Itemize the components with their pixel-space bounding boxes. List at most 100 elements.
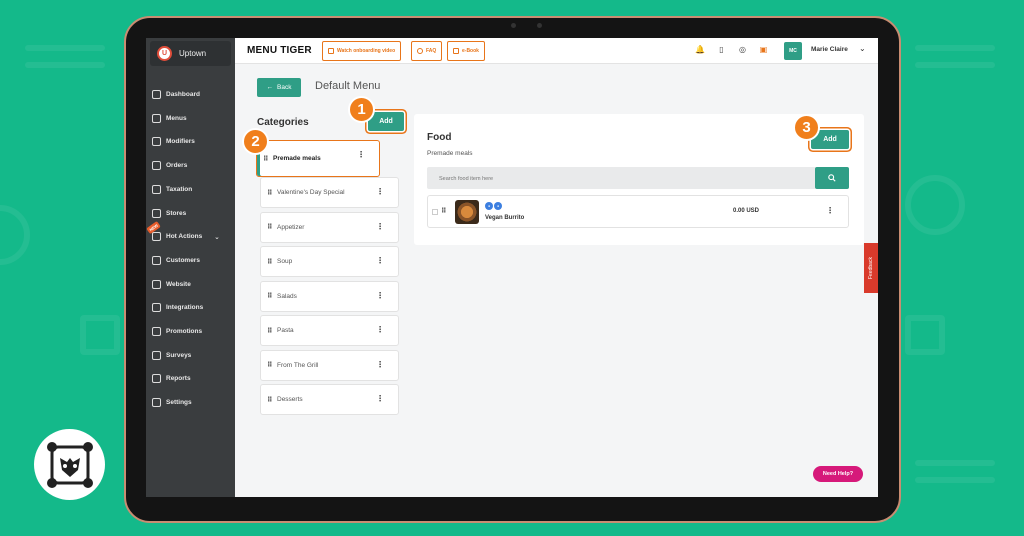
bell-icon[interactable]: 🔔 bbox=[695, 45, 705, 55]
faq-button[interactable]: FAQ bbox=[411, 41, 443, 61]
search-button[interactable] bbox=[815, 167, 849, 189]
kebab-menu-icon[interactable]: ⋮ bbox=[376, 256, 384, 265]
book-icon bbox=[453, 48, 459, 54]
arrow-left-icon: ← bbox=[266, 84, 274, 91]
drag-handle-icon[interactable]: ⠿ bbox=[267, 258, 275, 266]
bg-decoration bbox=[80, 315, 120, 355]
sidebar-item-menus[interactable]: Menus bbox=[152, 113, 187, 123]
category-label: Salads bbox=[277, 292, 297, 300]
modifiers-icon bbox=[152, 137, 161, 147]
avatar[interactable]: MC bbox=[784, 42, 802, 60]
bg-decoration bbox=[0, 205, 30, 265]
diet-badge-icon: ● bbox=[494, 202, 502, 210]
camera-dot bbox=[537, 23, 542, 28]
sidebar-item-hot-actions[interactable]: Hot Actions ⌄ bbox=[152, 232, 220, 242]
category-item[interactable]: ⠿ Valentine's Day Special ⋮ bbox=[260, 177, 399, 208]
sidebar-item-label: Promotions bbox=[166, 328, 203, 335]
sidebar-item-dashboard[interactable]: Dashboard bbox=[152, 90, 200, 99]
sidebar-item-label: Settings bbox=[166, 399, 192, 407]
sidebar-item-label: Website bbox=[166, 280, 191, 288]
sidebar: U Uptown NEW Dashboard Menus Modifiers Orde… bbox=[146, 38, 235, 497]
category-item[interactable]: ⠿ Desserts ⋮ bbox=[260, 384, 399, 415]
user-name[interactable]: Marie Claire bbox=[811, 46, 848, 53]
menu-book-icon bbox=[152, 113, 161, 123]
drag-handle-icon[interactable]: ⠿ bbox=[267, 292, 275, 300]
bg-decoration bbox=[915, 477, 995, 483]
drag-handle-icon[interactable]: ⠿ bbox=[267, 361, 275, 369]
sidebar-item-integrations[interactable]: Integrations bbox=[152, 303, 204, 313]
sidebar-item-label: Dashboard bbox=[166, 91, 200, 98]
menu-tiger-logo: MENU TIGER bbox=[247, 45, 312, 56]
bg-decoration bbox=[905, 315, 945, 355]
food-item-row[interactable]: ⠿ ● ● Vegan Burrito 0.00 USD ⋮ bbox=[427, 195, 849, 228]
feedback-tab[interactable]: Feedback bbox=[864, 243, 878, 293]
category-label: Premade meals bbox=[273, 155, 321, 162]
drag-handle-icon[interactable]: ⠿ bbox=[267, 396, 275, 404]
kebab-menu-icon[interactable]: ⋮ bbox=[376, 394, 384, 403]
category-item[interactable]: ⠿ Premade meals ⋮ bbox=[256, 140, 380, 177]
sidebar-item-customers[interactable]: Customers bbox=[152, 255, 200, 265]
step-badge-2: 2 bbox=[242, 128, 269, 155]
compass-icon[interactable]: ◎ bbox=[738, 45, 747, 55]
category-item[interactable]: ⠿ Pasta ⋮ bbox=[260, 315, 399, 346]
kebab-menu-icon[interactable]: ⋮ bbox=[376, 325, 384, 334]
hot-actions-icon bbox=[152, 232, 161, 242]
sidebar-item-label: Surveys bbox=[166, 351, 192, 359]
sidebar-item-taxation[interactable]: Taxation bbox=[152, 184, 192, 194]
ebook-button[interactable]: e-Book bbox=[447, 41, 485, 61]
store-front-icon[interactable]: ▣ bbox=[759, 45, 768, 55]
sidebar-item-orders[interactable]: Orders bbox=[152, 161, 187, 171]
back-label: Back bbox=[277, 84, 292, 91]
food-thumbnail bbox=[455, 200, 479, 224]
drag-handle-icon[interactable]: ⠿ bbox=[267, 327, 275, 335]
drag-handle-icon[interactable]: ⠿ bbox=[441, 207, 446, 215]
step-badge-3: 3 bbox=[793, 114, 820, 141]
sidebar-item-label: Integrations bbox=[166, 304, 204, 312]
kebab-menu-icon[interactable]: ⋮ bbox=[376, 222, 384, 231]
sidebar-item-label: Reports bbox=[166, 375, 191, 383]
kebab-menu-icon[interactable]: ⋮ bbox=[376, 360, 384, 369]
ebook-label: e-Book bbox=[462, 48, 479, 54]
row-checkbox[interactable] bbox=[432, 209, 438, 215]
home-icon bbox=[152, 90, 161, 99]
kebab-menu-icon[interactable]: ⋮ bbox=[357, 150, 365, 159]
category-label: Valentine's Day Special bbox=[277, 189, 345, 196]
category-item[interactable]: ⠿ Soup ⋮ bbox=[260, 246, 399, 277]
category-label: Appetizer bbox=[277, 223, 305, 231]
category-item[interactable]: ⠿ Salads ⋮ bbox=[260, 280, 399, 312]
kebab-menu-icon[interactable]: ⋮ bbox=[826, 206, 834, 215]
sidebar-item-label: Hot Actions bbox=[166, 233, 203, 241]
bg-decoration bbox=[915, 62, 995, 68]
question-icon bbox=[417, 48, 423, 54]
drag-handle-icon[interactable]: ⠿ bbox=[267, 223, 275, 231]
category-item[interactable]: ⠿ From The Grill ⋮ bbox=[260, 349, 399, 381]
kebab-menu-icon[interactable]: ⋮ bbox=[376, 187, 384, 196]
need-help-button[interactable]: Need Help? bbox=[813, 466, 863, 482]
sidebar-item-stores[interactable]: Stores bbox=[152, 208, 187, 218]
drag-handle-icon[interactable]: ⠿ bbox=[267, 189, 275, 197]
food-search-input[interactable] bbox=[427, 168, 816, 190]
sidebar-item-modifiers[interactable]: Modifiers bbox=[152, 137, 195, 147]
category-label: From The Grill bbox=[277, 361, 319, 369]
chevron-down-icon[interactable]: ⌄ bbox=[214, 233, 219, 241]
store-switcher[interactable]: U Uptown bbox=[150, 41, 231, 66]
category-item[interactable]: ⠿ Appetizer ⋮ bbox=[260, 211, 399, 243]
mobile-icon[interactable]: ▯ bbox=[717, 45, 726, 55]
sidebar-item-promotions[interactable]: Promotions bbox=[152, 327, 202, 336]
sidebar-item-label: Stores bbox=[166, 209, 187, 217]
sidebar-item-label: Modifiers bbox=[166, 138, 195, 146]
sidebar-item-reports[interactable]: Reports bbox=[152, 374, 191, 384]
watch-onboarding-button[interactable]: Watch onboarding video bbox=[322, 41, 402, 61]
back-button[interactable]: ← Back bbox=[257, 78, 301, 97]
sidebar-item-website[interactable]: Website bbox=[152, 279, 191, 289]
kebab-menu-icon[interactable]: ⋮ bbox=[376, 291, 384, 300]
customers-icon bbox=[152, 255, 161, 265]
search-icon bbox=[828, 174, 836, 182]
chevron-down-icon[interactable]: ⌄ bbox=[859, 44, 866, 53]
sidebar-item-settings[interactable]: Settings bbox=[152, 398, 192, 408]
food-title: Food bbox=[427, 132, 452, 143]
app-screen: U Uptown NEW Dashboard Menus Modifiers Orde… bbox=[146, 38, 878, 497]
drag-handle-icon[interactable]: ⠿ bbox=[263, 155, 271, 163]
sidebar-item-surveys[interactable]: Surveys bbox=[152, 350, 192, 360]
food-search bbox=[427, 167, 816, 190]
